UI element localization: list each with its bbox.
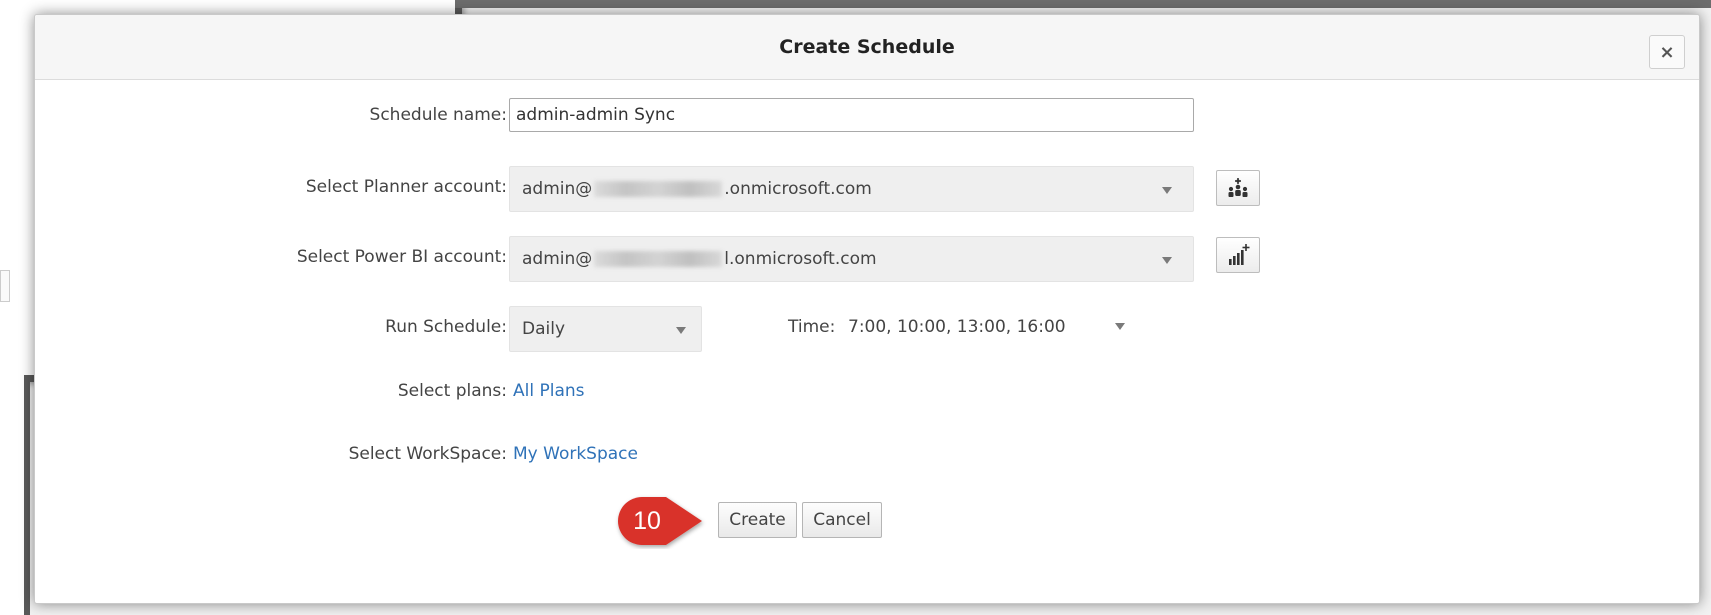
bar-chart-add-icon (1229, 244, 1250, 265)
time-value: 7:00, 10:00, 13:00, 16:00 (848, 317, 1066, 337)
redacted-tenant (594, 181, 723, 197)
callout-number: 10 (633, 506, 661, 535)
close-icon: × (1659, 41, 1675, 63)
powerbi-account-label: Select Power BI account: (296, 247, 507, 267)
cancel-button[interactable]: Cancel (802, 502, 882, 538)
powerbi-account-value-prefix: admin@ (522, 249, 593, 269)
dialog-header: Create Schedule × (35, 15, 1699, 80)
select-workspace-link[interactable]: My WorkSpace (513, 444, 638, 464)
add-planner-account-button[interactable] (1216, 170, 1260, 206)
planner-account-value-prefix: admin@ (522, 179, 593, 199)
create-button[interactable]: Create (718, 502, 797, 538)
run-schedule-value: Daily (522, 319, 566, 339)
select-workspace-label: Select WorkSpace: (348, 444, 507, 464)
time-select[interactable]: 7:00, 10:00, 13:00, 16:00 (848, 317, 1066, 337)
schedule-name-input[interactable] (509, 98, 1194, 132)
chevron-down-icon (1162, 187, 1172, 194)
step-callout: 10 (614, 493, 710, 549)
planner-account-label: Select Planner account: (305, 177, 507, 197)
close-button[interactable]: × (1649, 35, 1685, 69)
planner-account-value-suffix: .onmicrosoft.com (724, 179, 872, 199)
powerbi-account-value-suffix: l.onmicrosoft.com (724, 249, 877, 269)
background-window-edge (0, 270, 10, 302)
add-powerbi-account-button[interactable] (1216, 237, 1260, 273)
planner-account-select[interactable]: admin@ .onmicrosoft.com (509, 166, 1194, 212)
people-add-icon (1228, 178, 1248, 197)
create-schedule-dialog: Create Schedule × Schedule name: Select … (34, 14, 1700, 604)
dialog-title: Create Schedule (779, 36, 955, 58)
schedule-name-label: Schedule name: (369, 105, 507, 125)
chevron-down-icon (1162, 257, 1172, 264)
run-schedule-select[interactable]: Daily (509, 306, 702, 352)
chevron-down-icon (676, 327, 686, 334)
select-plans-link[interactable]: All Plans (513, 381, 585, 401)
background-window-top-edge (455, 0, 1711, 8)
time-label: Time: (788, 317, 836, 337)
time-chevron-down-icon[interactable] (1115, 323, 1125, 330)
select-plans-label: Select plans: (397, 381, 507, 401)
powerbi-account-select[interactable]: admin@ l.onmicrosoft.com (509, 236, 1194, 282)
redacted-tenant (594, 251, 723, 267)
run-schedule-label: Run Schedule: (385, 317, 507, 337)
background-window-lower (0, 375, 30, 615)
